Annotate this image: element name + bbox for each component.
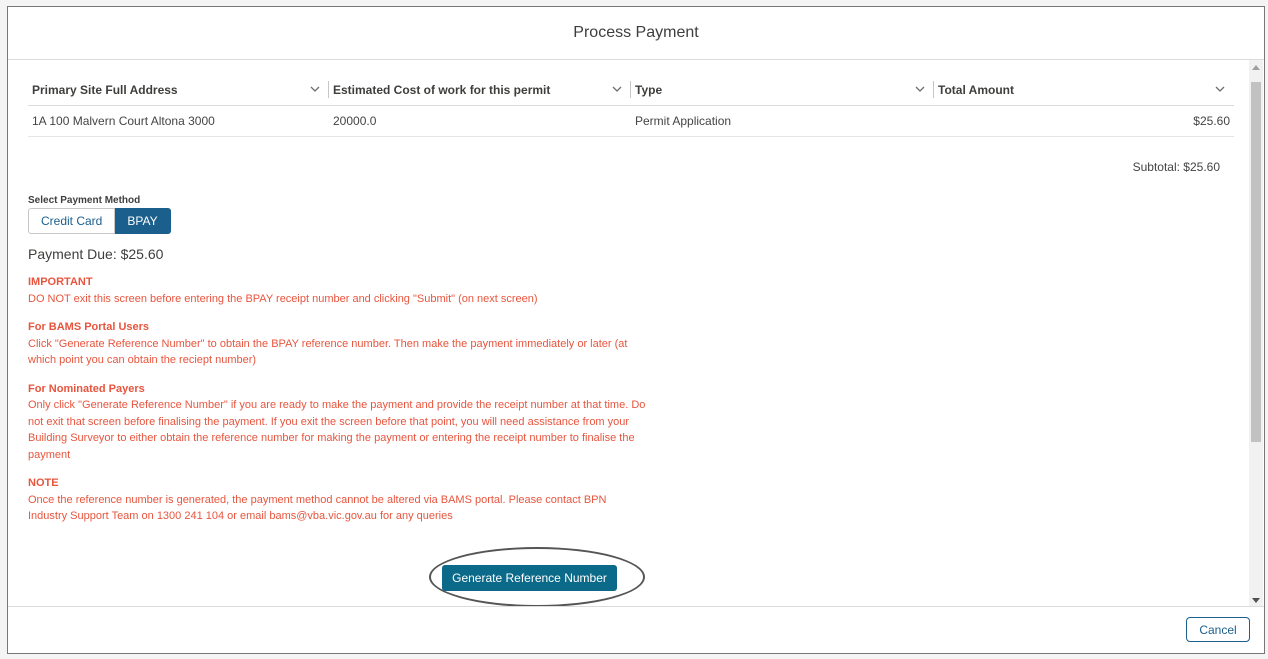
column-header-total-amount[interactable]: Total Amount [934, 74, 1234, 105]
notice-heading: NOTE [28, 477, 59, 489]
column-header-estimated-cost[interactable]: Estimated Cost of work for this permit [329, 74, 631, 105]
column-label: Primary Site Full Address [32, 82, 178, 97]
modal-footer: Cancel [8, 606, 1264, 653]
modal-body: Primary Site Full Address Estimated Cost… [8, 60, 1264, 608]
notice-note: NOTE Once the reference number is genera… [28, 475, 648, 525]
notice-important: IMPORTANT DO NOT exit this screen before… [28, 274, 648, 307]
chevron-down-icon[interactable] [914, 83, 926, 95]
modal-title: Process Payment [573, 24, 699, 41]
column-header-address[interactable]: Primary Site Full Address [28, 74, 329, 105]
notice-text: Click "Generate Reference Number" to obt… [28, 337, 628, 367]
table-row: 1A 100 Malvern Court Altona 3000 20000.0… [28, 106, 1234, 137]
cancel-button[interactable]: Cancel [1186, 617, 1250, 642]
payment-due: Payment Due: $25.60 [28, 246, 164, 262]
notice-portal-users: For BAMS Portal Users Click "Generate Re… [28, 319, 648, 369]
notice-text: Only click "Generate Reference Number" i… [28, 399, 646, 461]
notice-text: Once the reference number is generated, … [28, 493, 607, 523]
cell-type: Permit Application [635, 114, 732, 128]
chevron-down-icon[interactable] [309, 83, 321, 95]
column-label: Total Amount [938, 82, 1014, 97]
notice-heading: For Nominated Payers [28, 382, 145, 395]
scrollbar[interactable] [1249, 60, 1263, 608]
notice-text: DO NOT exit this screen before entering … [28, 292, 538, 305]
table-header: Primary Site Full Address Estimated Cost… [28, 74, 1234, 106]
payment-method-toggle: Credit Card BPAY [28, 208, 171, 234]
scroll-up-arrow-icon[interactable] [1252, 65, 1260, 70]
cell-total-amount: $25.60 [1193, 114, 1230, 128]
bpay-option[interactable]: BPAY [115, 208, 171, 234]
notices: IMPORTANT DO NOT exit this screen before… [28, 274, 648, 537]
payment-method-label: Select Payment Method [28, 195, 141, 206]
cell-estimated-cost: 20000.0 [333, 114, 377, 128]
notice-heading: For BAMS Portal Users [28, 321, 150, 333]
column-label: Estimated Cost of work for this permit [333, 82, 551, 97]
subtotal: Subtotal: $25.60 [1132, 160, 1220, 174]
notice-nominated-payers: For Nominated Payers Only click "Generat… [28, 381, 648, 464]
payment-table: Primary Site Full Address Estimated Cost… [28, 74, 1234, 137]
credit-card-option[interactable]: Credit Card [28, 208, 116, 234]
chevron-down-icon[interactable] [611, 83, 623, 95]
scroll-thumb[interactable] [1251, 82, 1261, 442]
notice-heading: IMPORTANT [28, 276, 93, 288]
chevron-down-icon[interactable] [1214, 83, 1226, 95]
cell-address: 1A 100 Malvern Court Altona 3000 [32, 114, 215, 128]
column-label: Type [635, 82, 663, 97]
modal-header: Process Payment [8, 7, 1264, 60]
column-header-type[interactable]: Type [631, 74, 934, 105]
scroll-down-arrow-icon[interactable] [1252, 598, 1260, 603]
process-payment-modal: Process Payment Primary Site Full Addres… [7, 6, 1265, 654]
generate-reference-number-button[interactable]: Generate Reference Number [442, 565, 617, 591]
